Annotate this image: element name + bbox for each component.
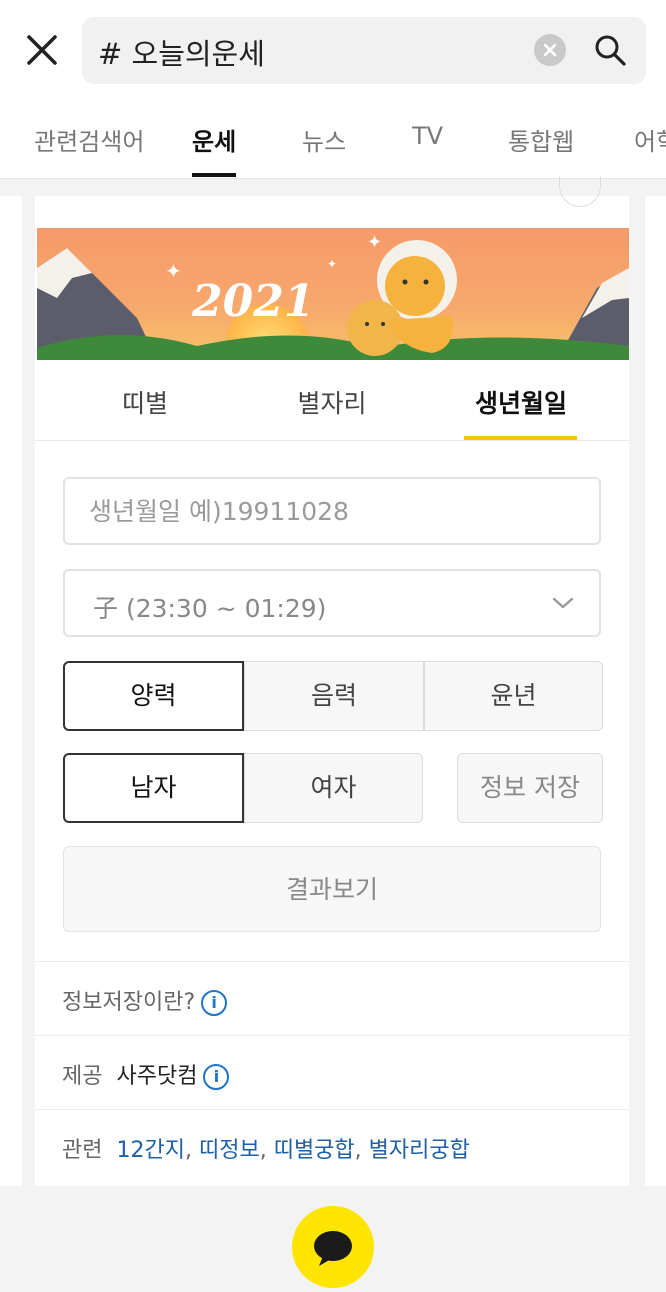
provider-label: 제공 bbox=[62, 1064, 103, 1089]
tab-news[interactable]: 뉴스 bbox=[302, 122, 346, 157]
search-icon[interactable] bbox=[593, 33, 627, 67]
tab-fortune[interactable]: 운세 bbox=[192, 122, 236, 157]
footer bbox=[0, 1186, 666, 1288]
sub-tab-zodiac-animal[interactable]: 띠별 bbox=[55, 384, 235, 420]
fortune-sub-tabs: 띠별 별자리 생년월일 bbox=[35, 360, 629, 441]
related-link-zodiac-info[interactable]: 띠정보 bbox=[199, 1138, 260, 1163]
sub-tab-indicator bbox=[464, 436, 577, 440]
related-label: 관련 bbox=[62, 1138, 103, 1163]
info-icon[interactable]: i bbox=[203, 1064, 230, 1090]
gender-male-button[interactable]: 남자 bbox=[63, 753, 244, 823]
birth-time-value: 子 (23:30 ~ 01:29) bbox=[93, 594, 327, 623]
view-result-button[interactable]: 결과보기 bbox=[63, 846, 601, 932]
top-bar: # 오늘의운세 bbox=[0, 0, 666, 100]
active-tab-indicator bbox=[192, 173, 236, 177]
provider-row: 제공 사주닷컴 i bbox=[35, 1035, 629, 1110]
birthdate-input[interactable] bbox=[65, 479, 569, 543]
close-icon[interactable] bbox=[22, 30, 62, 70]
fortune-banner: 2021 ✦ ✦ ✦ bbox=[37, 228, 629, 360]
tab-web[interactable]: 통합웹 bbox=[508, 122, 574, 157]
calendar-lunar-button[interactable]: 음력 bbox=[244, 661, 424, 731]
sub-tab-birthdate[interactable]: 생년월일 bbox=[431, 384, 611, 420]
card-more-button[interactable] bbox=[559, 176, 601, 207]
calendar-leap-button[interactable]: 윤년 bbox=[424, 661, 603, 731]
clear-search-icon[interactable] bbox=[534, 34, 566, 66]
banner-year: 2021 bbox=[191, 276, 314, 327]
related-link-12-zodiac[interactable]: 12간지 bbox=[116, 1138, 184, 1163]
chevron-down-icon bbox=[551, 591, 575, 615]
category-tabs: 관련검색어 운세 뉴스 TV 통합웹 어학 bbox=[0, 100, 666, 179]
search-box[interactable]: # 오늘의운세 bbox=[82, 17, 646, 84]
calendar-solar-button[interactable]: 양력 bbox=[63, 661, 244, 731]
related-link-zodiac-match[interactable]: 띠별궁합 bbox=[274, 1138, 355, 1163]
save-info-label: 정보저장이란? bbox=[62, 990, 196, 1015]
prev-card[interactable] bbox=[0, 196, 22, 1186]
svg-text:✦: ✦ bbox=[367, 232, 382, 253]
related-link-constellation-match[interactable]: 별자리궁합 bbox=[369, 1138, 470, 1163]
fortune-card: 2021 ✦ ✦ ✦ 띠별 별자리 생년월일 子 (23:30 ~ 01:29)… bbox=[35, 176, 629, 1186]
gender-female-button[interactable]: 여자 bbox=[244, 753, 423, 823]
sub-tab-constellation[interactable]: 별자리 bbox=[242, 384, 422, 420]
tab-tv[interactable]: TV bbox=[412, 122, 443, 150]
info-icon[interactable]: i bbox=[201, 990, 228, 1016]
tab-language[interactable]: 어학 bbox=[634, 122, 666, 157]
next-card[interactable] bbox=[645, 196, 666, 1186]
save-info-button[interactable]: 정보 저장 bbox=[457, 753, 603, 823]
birth-time-select[interactable]: 子 (23:30 ~ 01:29) bbox=[63, 569, 601, 637]
provider-value: 사주닷컴 bbox=[116, 1064, 198, 1089]
search-input[interactable]: # 오늘의운세 bbox=[98, 31, 265, 73]
tab-related[interactable]: 관련검색어 bbox=[34, 122, 144, 157]
svg-text:✦: ✦ bbox=[165, 259, 182, 283]
related-row: 관련 12간지, 띠정보, 띠별궁합, 별자리궁합 bbox=[35, 1109, 629, 1184]
svg-text:✦: ✦ bbox=[327, 257, 337, 271]
save-info-row: 정보저장이란? i bbox=[35, 961, 629, 1036]
birthdate-field[interactable] bbox=[63, 477, 601, 545]
